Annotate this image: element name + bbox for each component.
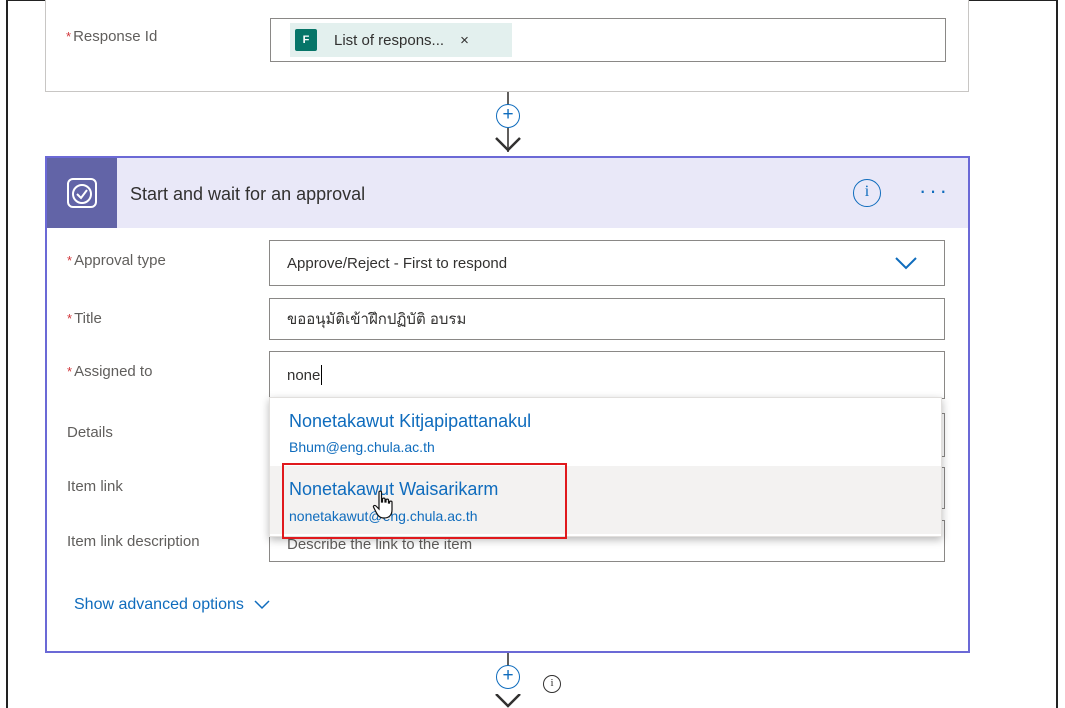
text-caret bbox=[321, 365, 323, 385]
assigned-to-value: none bbox=[287, 366, 321, 384]
insert-step-button[interactable]: + bbox=[496, 665, 520, 689]
title-input[interactable]: ขออนุมัติเข้าฝึกปฏิบัติ อบรม bbox=[269, 298, 945, 340]
approval-type-select[interactable]: Approve/Reject - First to respond bbox=[269, 240, 945, 286]
approval-icon bbox=[47, 158, 117, 228]
chevron-down-icon bbox=[254, 600, 270, 610]
hand-cursor-icon bbox=[372, 490, 393, 519]
item-link-label: Item link bbox=[67, 478, 123, 495]
show-advanced-options-link[interactable]: Show advanced options bbox=[74, 596, 270, 614]
title-value: ขออนุมัติเข้าฝึกปฏิบัติ อบรม bbox=[287, 311, 467, 328]
info-icon[interactable]: i bbox=[853, 179, 881, 207]
suggestion-name: Nonetakawut Kitjapipattanakul bbox=[289, 411, 532, 431]
plus-icon: + bbox=[502, 665, 514, 686]
item-link-description-label: Item link description bbox=[67, 533, 200, 550]
forms-icon: F bbox=[295, 29, 317, 51]
highlight-box bbox=[282, 463, 567, 539]
approval-type-value: Approve/Reject - First to respond bbox=[287, 254, 508, 272]
window-frame-right bbox=[1056, 0, 1058, 708]
assigned-to-label: * Assigned to bbox=[67, 363, 153, 380]
approval-type-label: * Approval type bbox=[67, 252, 166, 269]
info-icon[interactable]: i bbox=[543, 675, 561, 693]
previous-action-card: * Response Id F List of respons... × bbox=[45, 0, 969, 92]
token-remove-button[interactable]: × bbox=[460, 32, 469, 49]
token-text: List of respons... bbox=[334, 31, 445, 49]
response-id-label: * Response Id bbox=[66, 28, 158, 45]
arrow-down-icon bbox=[495, 137, 521, 152]
response-id-field[interactable]: F List of respons... × bbox=[270, 18, 946, 62]
suggestion-item[interactable]: Nonetakawut Kitjapipattanakul Bhum@eng.c… bbox=[270, 398, 941, 466]
suggestion-email: Bhum@eng.chula.ac.th bbox=[289, 439, 435, 455]
chevron-down-icon bbox=[895, 257, 917, 270]
arrow-down-icon bbox=[495, 694, 521, 708]
response-id-token: F List of respons... × bbox=[290, 23, 512, 57]
details-label: Details bbox=[67, 424, 113, 441]
plus-icon: + bbox=[502, 104, 514, 125]
show-advanced-label: Show advanced options bbox=[74, 596, 244, 613]
insert-step-button[interactable]: + bbox=[496, 104, 520, 128]
card-header[interactable]: Start and wait for an approval i ··· bbox=[47, 158, 968, 228]
card-title: Start and wait for an approval bbox=[130, 184, 366, 204]
assigned-to-input[interactable]: none bbox=[269, 351, 945, 399]
window-frame-left bbox=[6, 0, 8, 708]
title-label: * Title bbox=[67, 310, 102, 327]
more-icon[interactable]: ··· bbox=[919, 178, 950, 204]
